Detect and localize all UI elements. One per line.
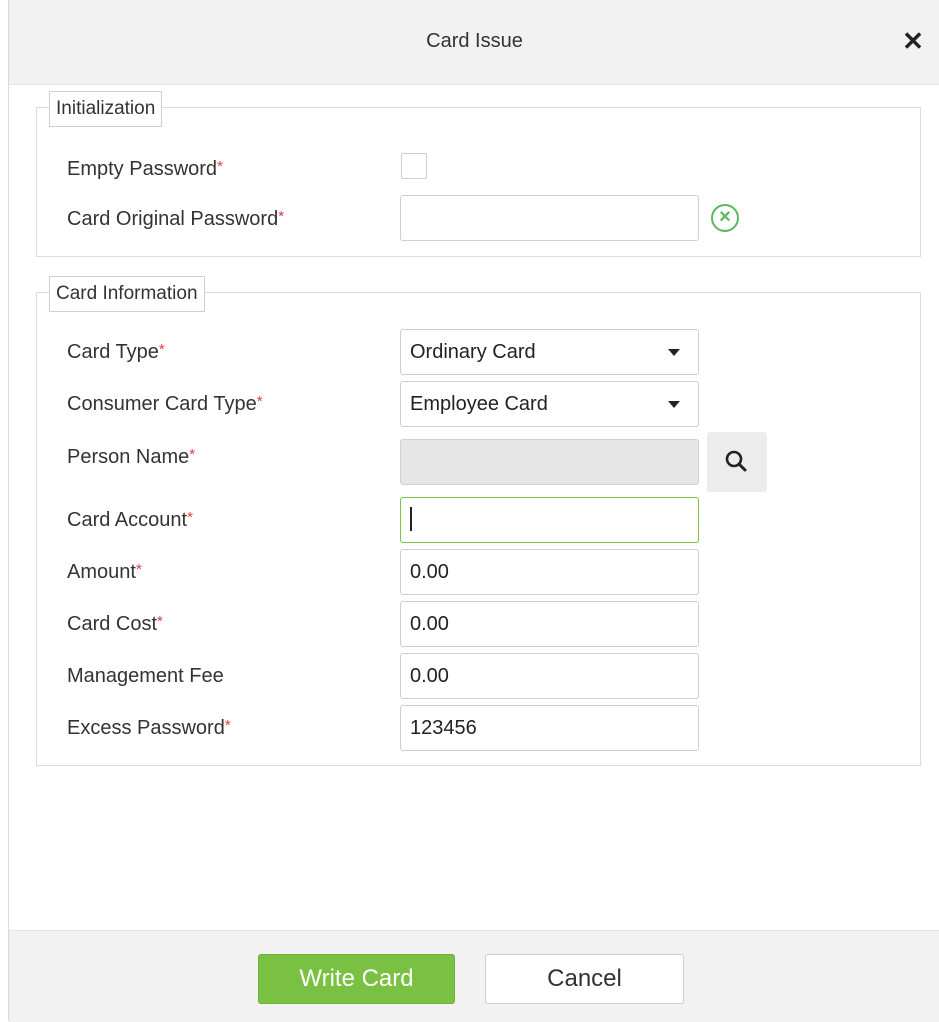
management-fee-label: Management Fee xyxy=(67,665,224,687)
card-original-password-label: Card Original Password* xyxy=(67,208,285,230)
management-fee-input[interactable]: 0.00 xyxy=(400,653,699,699)
close-icon[interactable]: ✕ xyxy=(898,26,928,56)
search-icon xyxy=(725,450,747,472)
empty-password-label: Empty Password* xyxy=(67,158,223,180)
card-type-select[interactable]: Ordinary Card xyxy=(400,329,699,375)
card-account-label: Card Account* xyxy=(67,509,193,531)
clear-icon[interactable]: × xyxy=(711,204,739,232)
card-issue-dialog: Card Issue ✕ Initialization Empty Passwo… xyxy=(8,0,939,1022)
empty-password-checkbox[interactable] xyxy=(401,153,427,179)
dialog-title: Card Issue xyxy=(426,30,523,52)
consumer-card-type-label: Consumer Card Type* xyxy=(67,393,263,415)
dialog-titlebar: Card Issue ✕ xyxy=(9,0,939,85)
person-name-label: Person Name* xyxy=(67,446,196,468)
consumer-card-type-select[interactable]: Employee Card xyxy=(400,381,699,427)
card-cost-input[interactable]: 0.00 xyxy=(400,601,699,647)
card-information-legend: Card Information xyxy=(49,276,205,312)
card-original-password-input[interactable] xyxy=(400,195,699,241)
dialog-footer: Write Card Cancel xyxy=(9,930,939,1022)
text-caret xyxy=(410,507,412,532)
card-type-label: Card Type* xyxy=(67,341,165,363)
excess-password-input[interactable]: 123456 xyxy=(400,705,699,751)
chevron-down-icon xyxy=(668,401,680,408)
write-card-button[interactable]: Write Card xyxy=(258,954,455,1004)
amount-label: Amount* xyxy=(67,561,142,583)
card-account-input[interactable] xyxy=(400,497,699,543)
amount-input[interactable]: 0.00 xyxy=(400,549,699,595)
chevron-down-icon xyxy=(668,349,680,356)
card-cost-label: Card Cost* xyxy=(67,613,163,635)
initialization-legend: Initialization xyxy=(49,91,163,127)
cancel-button[interactable]: Cancel xyxy=(485,954,684,1004)
person-search-button[interactable] xyxy=(707,432,767,492)
excess-password-label: Excess Password* xyxy=(67,717,231,739)
person-name-input xyxy=(400,439,699,485)
